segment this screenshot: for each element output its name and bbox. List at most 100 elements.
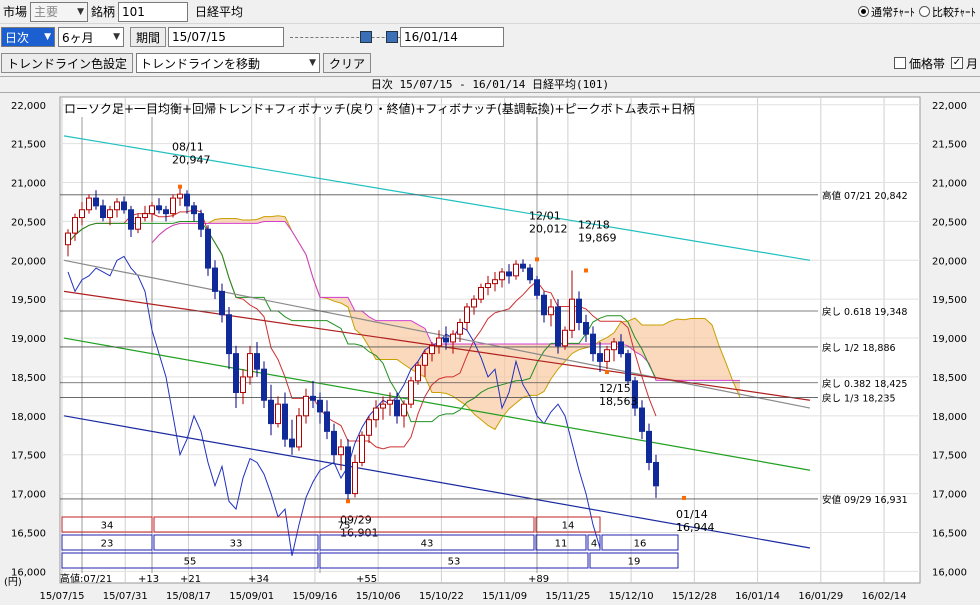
trendline-toolbar: トレンドライン色設定 トレンドラインを移動 ▼ クリア 価格帯 ✓ 月 — [0, 51, 980, 75]
candle-body — [618, 341, 624, 355]
y-tick-label-right: 18,500 — [932, 373, 967, 384]
x-tick-label: 15/09/16 — [292, 591, 337, 602]
cycle-marker-label: +55 — [356, 574, 377, 585]
day-count-label: 11 — [555, 539, 568, 550]
stock-chart[interactable]: 15/07/15 15/07/31 15/08/17 15/09/01 15/09/16… — [0, 93, 980, 605]
peak-marker — [346, 499, 350, 504]
top-toolbar: 市場 主要 ▼ 銘柄 101 日経平均 通常ﾁｬｰﾄ 比較ﾁｬｰﾄ — [0, 0, 980, 24]
chart-compare-radio[interactable] — [919, 6, 930, 17]
y-tick-label-left: 17,500 — [11, 451, 46, 462]
peak-date-label: 12/01 — [529, 209, 561, 222]
chevron-down-icon: ▼ — [44, 32, 51, 42]
chart-normal-radio[interactable] — [858, 6, 869, 17]
end-date-input[interactable]: 16/01/14 — [400, 27, 505, 47]
y-tick-label-left: 20,500 — [11, 217, 46, 228]
day-count-label: 19 — [628, 557, 641, 568]
day-count-label: 33 — [230, 539, 243, 550]
day-count-label: 75 — [338, 521, 351, 532]
y-tick-label-left: 19,000 — [11, 334, 46, 345]
symbol-input[interactable]: 101 — [118, 1, 189, 22]
candle-body — [261, 368, 267, 401]
start-date-input[interactable]: 15/07/15 — [168, 27, 285, 47]
peak-value-label: 20,947 — [172, 154, 211, 167]
plot-area — [59, 96, 921, 584]
candle-body — [107, 209, 113, 219]
candle-body — [275, 403, 281, 425]
candle-body — [121, 201, 127, 211]
period-toolbar: 日次 ▼ 6ヶ月 ▼ 期間 15/07/15 16/01/14 — [0, 25, 980, 49]
slider-end-handle[interactable] — [386, 31, 399, 43]
candle-body — [212, 267, 218, 292]
candle-body — [590, 333, 596, 355]
candle-body — [380, 403, 386, 409]
peak-marker — [605, 370, 609, 375]
x-tick-label: 16/01/14 — [735, 591, 780, 602]
chevron-down-icon: ▼ — [113, 32, 120, 42]
price-band-checkbox[interactable] — [893, 57, 906, 69]
moon-checkbox[interactable]: ✓ — [950, 57, 963, 69]
fibonacci-level-label: 戻し 1/3 18,235 — [822, 393, 896, 405]
market-label: 市場 — [3, 5, 28, 19]
peak-marker — [178, 184, 182, 189]
market-select[interactable]: 主要 ▼ — [30, 1, 89, 22]
span-select[interactable]: 6ヶ月 ▼ — [58, 27, 124, 47]
price-band-label: 価格帯 — [908, 56, 945, 71]
peak-marker — [535, 257, 539, 262]
candle-body — [604, 349, 610, 362]
candle-body — [170, 197, 176, 215]
candle-body — [93, 197, 99, 207]
y-tick-label-right: 22,000 — [932, 101, 967, 112]
symbol-input-value: 101 — [122, 4, 145, 19]
trendline-move-select[interactable]: トレンドラインを移動 ▼ — [136, 53, 321, 73]
candle-body — [548, 306, 554, 316]
peak-date-label: 01/14 — [676, 508, 708, 521]
y-tick-label-right: 19,000 — [932, 334, 967, 345]
candle-body — [79, 209, 85, 219]
candle-body — [289, 438, 295, 448]
candle-body — [205, 228, 211, 269]
x-tick-label: 15/08/17 — [166, 591, 211, 602]
candle-body — [387, 399, 393, 405]
candle-body — [562, 329, 568, 347]
candle-body — [443, 337, 449, 343]
candle-body — [464, 306, 470, 324]
moon-label: 月 — [965, 56, 978, 71]
clear-button[interactable]: クリア — [323, 53, 372, 73]
day-count-label: 4 — [591, 539, 597, 550]
trendline-color-button[interactable]: トレンドライン色設定 — [1, 53, 134, 73]
date-range-slider[interactable] — [290, 28, 401, 46]
candle-body — [128, 209, 134, 230]
day-count-label: 16 — [634, 539, 647, 550]
cycle-marker-label: 高値:07/21 — [60, 572, 112, 585]
day-count-label: 53 — [448, 557, 461, 568]
candle-body — [639, 407, 645, 432]
period-button[interactable]: 期間 — [130, 27, 167, 47]
x-tick-label: 15/07/15 — [40, 591, 85, 602]
candle-body — [324, 411, 330, 432]
fibonacci-level-label: 戻し 0.618 19,348 — [822, 306, 907, 318]
span-select-value: 6ヶ月 — [62, 30, 94, 45]
candle-body — [282, 403, 288, 440]
interval-select[interactable]: 日次 ▼ — [1, 27, 55, 47]
candle-body — [254, 353, 260, 370]
slider-start-handle[interactable] — [360, 31, 373, 43]
candle-body — [478, 287, 484, 300]
y-tick-label-left: 22,000 — [11, 101, 46, 112]
candle-body — [415, 364, 421, 382]
slider-track — [290, 37, 401, 38]
fibonacci-level-label: 戻し 0.382 18,425 — [822, 378, 907, 390]
trendline-color-label: トレンドライン色設定 — [7, 56, 128, 71]
x-tick-label: 16/02/14 — [862, 591, 907, 602]
symbol-name: 日経平均 — [195, 5, 244, 19]
candle-body — [345, 446, 351, 495]
candle-body — [149, 205, 155, 215]
day-count-label: 14 — [562, 521, 575, 532]
cycle-marker-label: +89 — [528, 574, 549, 585]
candle-body — [142, 213, 148, 219]
candle-body — [177, 193, 183, 199]
peak-marker — [682, 495, 686, 500]
candle-body — [247, 353, 253, 378]
y-tick-label-left: 19,500 — [11, 295, 46, 306]
period-button-label: 期間 — [136, 30, 161, 45]
candle-body — [352, 461, 358, 495]
